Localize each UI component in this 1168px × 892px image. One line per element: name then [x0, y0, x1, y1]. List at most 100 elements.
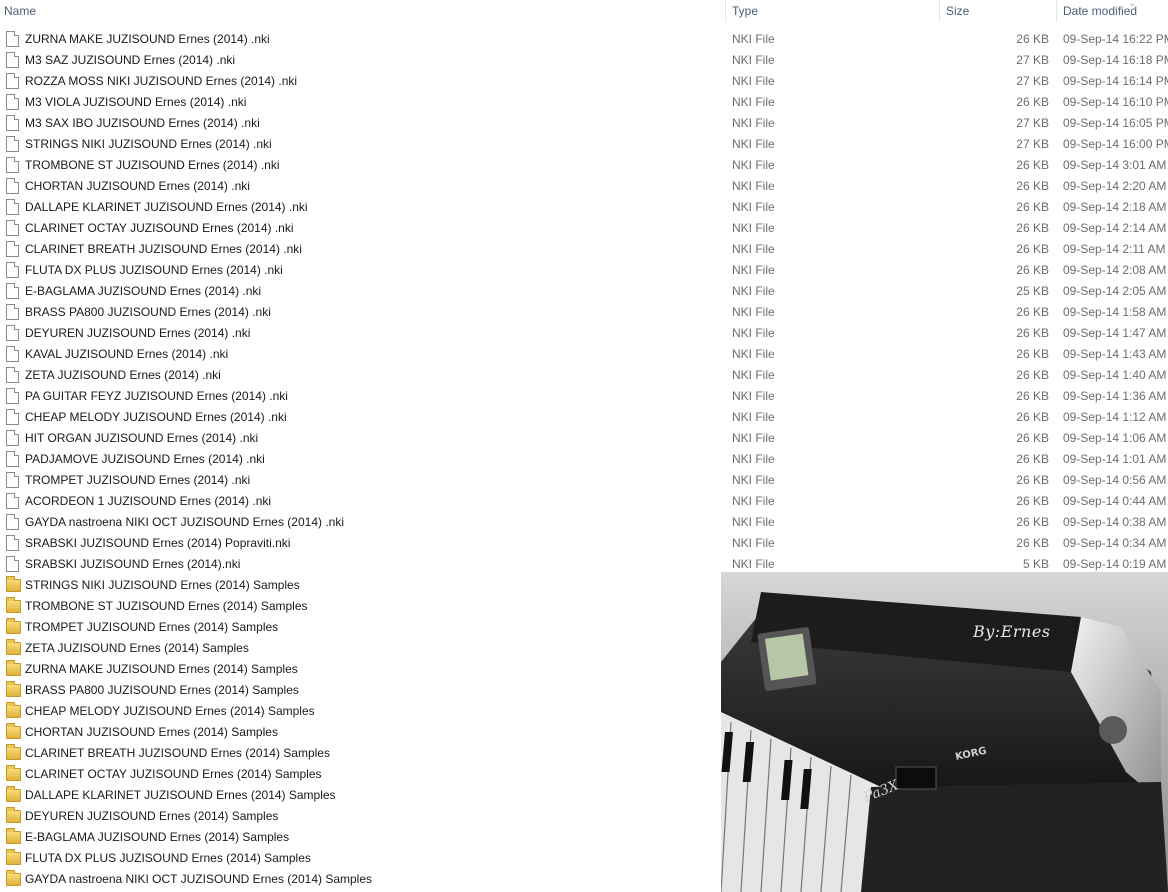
folder-icon: [6, 849, 21, 865]
nki-file-icon: [6, 451, 19, 467]
file-date-modified: 09-Sep-14 16:18 PM: [1063, 53, 1168, 67]
folder-icon: [6, 744, 21, 760]
file-size: 27 KB: [1016, 74, 1049, 88]
folder-name: CHORTAN JUZISOUND Ernes (2014) Samples: [25, 725, 278, 739]
file-type: NKI File: [732, 389, 775, 403]
file-row[interactable]: M3 SAZ JUZISOUND Ernes (2014) .nki NKI Fi…: [0, 50, 1168, 71]
folder-name: CHEAP MELODY JUZISOUND Ernes (2014) Samp…: [25, 704, 315, 718]
file-size: 26 KB: [1016, 515, 1049, 529]
file-name: BRASS PA800 JUZISOUND Ernes (2014) .nki: [25, 305, 271, 319]
file-name: SRABSKI JUZISOUND Ernes (2014) Popraviti…: [25, 536, 291, 550]
file-row[interactable]: FLUTA DX PLUS JUZISOUND Ernes (2014) .nk…: [0, 260, 1168, 281]
nki-file-icon: [6, 94, 19, 110]
column-header-type[interactable]: Type: [725, 0, 939, 22]
file-row[interactable]: TROMPET JUZISOUND Ernes (2014) .nki NKI F…: [0, 470, 1168, 491]
folder-icon: [6, 576, 21, 592]
file-size: 26 KB: [1016, 473, 1049, 487]
nki-file-icon: [6, 283, 19, 299]
folder-icon: [6, 807, 21, 823]
file-name: CHORTAN JUZISOUND Ernes (2014) .nki: [25, 179, 250, 193]
file-date-modified: 09-Sep-14 1:06 AM: [1063, 431, 1167, 445]
nki-file-icon: [6, 199, 19, 215]
file-row[interactable]: HIT ORGAN JUZISOUND Ernes (2014) .nki NKI…: [0, 428, 1168, 449]
file-date-modified: 09-Sep-14 2:20 AM: [1063, 179, 1167, 193]
folder-name: ZURNA MAKE JUZISOUND Ernes (2014) Sample…: [25, 662, 298, 676]
file-size: 26 KB: [1016, 263, 1049, 277]
file-row[interactable]: M3 VIOLA JUZISOUND Ernes (2014) .nki NKI …: [0, 92, 1168, 113]
file-row[interactable]: ZURNA MAKE JUZISOUND Ernes (2014) .nki NK…: [0, 29, 1168, 50]
folder-name: GAYDA nastroena NIKI OCT JUZISOUND Ernes…: [25, 872, 373, 886]
folder-icon: [6, 702, 21, 718]
nki-file-icon: [6, 514, 19, 530]
file-row[interactable]: CLARINET BREATH JUZISOUND Ernes (2014) .…: [0, 239, 1168, 260]
file-row[interactable]: ROZZA MOSS NIKI JUZISOUND Ernes (2014) .…: [0, 71, 1168, 92]
nki-file-icon: [6, 157, 19, 173]
nki-file-icon: [6, 52, 19, 68]
folder-icon: [6, 597, 21, 613]
folder-icon: [6, 618, 21, 634]
file-name: DALLAPE KLARINET JUZISOUND Ernes (2014) …: [25, 200, 308, 214]
file-size: 26 KB: [1016, 305, 1049, 319]
file-type: NKI File: [732, 452, 775, 466]
file-row[interactable]: CLARINET OCTAY JUZISOUND Ernes (2014) .n…: [0, 218, 1168, 239]
file-size: 26 KB: [1016, 179, 1049, 193]
file-size: 26 KB: [1016, 452, 1049, 466]
file-row[interactable]: GAYDA nastroena NIKI OCT JUZISOUND Ernes…: [0, 512, 1168, 533]
column-header-size[interactable]: Size: [939, 0, 1056, 22]
file-type: NKI File: [732, 95, 775, 109]
file-date-modified: 09-Sep-14 0:34 AM: [1063, 536, 1167, 550]
file-name: KAVAL JUZISOUND Ernes (2014) .nki: [25, 347, 229, 361]
file-row[interactable]: E-BAGLAMA JUZISOUND Ernes (2014) .nki NKI…: [0, 281, 1168, 302]
nki-file-icon: [6, 304, 19, 320]
column-header-date-modified[interactable]: Date modified: [1056, 0, 1168, 22]
column-header-name[interactable]: Name: [0, 0, 725, 22]
file-date-modified: 09-Sep-14 1:01 AM: [1063, 452, 1167, 466]
author-signature: By:Ernes: [973, 622, 1051, 641]
file-row[interactable]: ACORDEON 1 JUZISOUND Ernes (2014) .nki NK…: [0, 491, 1168, 512]
file-row[interactable]: BRASS PA800 JUZISOUND Ernes (2014) .nki N…: [0, 302, 1168, 323]
file-size: 26 KB: [1016, 431, 1049, 445]
file-row[interactable]: M3 SAX IBO JUZISOUND Ernes (2014) .nki NK…: [0, 113, 1168, 134]
file-row[interactable]: PA GUITAR FEYZ JUZISOUND Ernes (2014) .n…: [0, 386, 1168, 407]
file-name: ZURNA MAKE JUZISOUND Ernes (2014) .nki: [25, 32, 270, 46]
file-row[interactable]: DEYUREN JUZISOUND Ernes (2014) .nki NKI F…: [0, 323, 1168, 344]
file-row[interactable]: PADJAMOVE JUZISOUND Ernes (2014) .nki NKI…: [0, 449, 1168, 470]
file-row[interactable]: CHEAP MELODY JUZISOUND Ernes (2014) .nki…: [0, 407, 1168, 428]
folder-name: CLARINET BREATH JUZISOUND Ernes (2014) S…: [25, 746, 330, 760]
folder-name: STRINGS NIKI JUZISOUND Ernes (2014) Samp…: [25, 578, 300, 592]
file-date-modified: 09-Sep-14 1:40 AM: [1063, 368, 1167, 382]
file-size: 26 KB: [1016, 368, 1049, 382]
file-name: ROZZA MOSS NIKI JUZISOUND Ernes (2014) .…: [25, 74, 298, 88]
file-type: NKI File: [732, 326, 775, 340]
file-date-modified: 09-Sep-14 0:44 AM: [1063, 494, 1167, 508]
folder-name: TROMBONE ST JUZISOUND Ernes (2014) Sampl…: [25, 599, 308, 613]
file-size: 27 KB: [1016, 137, 1049, 151]
nki-file-icon: [6, 346, 19, 362]
korg-keyboard-image: KORG Pa3X: [721, 592, 1168, 892]
file-size: 26 KB: [1016, 242, 1049, 256]
file-row[interactable]: STRINGS NIKI JUZISOUND Ernes (2014) .nki…: [0, 134, 1168, 155]
file-size: 26 KB: [1016, 221, 1049, 235]
nki-file-icon: [6, 556, 19, 572]
file-row[interactable]: DALLAPE KLARINET JUZISOUND Ernes (2014) …: [0, 197, 1168, 218]
file-name: CLARINET BREATH JUZISOUND Ernes (2014) .…: [25, 242, 302, 256]
nki-file-icon: [6, 535, 19, 551]
file-size: 26 KB: [1016, 494, 1049, 508]
file-name: PADJAMOVE JUZISOUND Ernes (2014) .nki: [25, 452, 265, 466]
folder-icon: [6, 723, 21, 739]
file-type: NKI File: [732, 284, 775, 298]
file-name: TROMPET JUZISOUND Ernes (2014) .nki: [25, 473, 251, 487]
file-type: NKI File: [732, 221, 775, 235]
file-size: 27 KB: [1016, 53, 1049, 67]
file-row[interactable]: CHORTAN JUZISOUND Ernes (2014) .nki NKI F…: [0, 176, 1168, 197]
nki-file-icon: [6, 409, 19, 425]
file-row[interactable]: TROMBONE ST JUZISOUND Ernes (2014) .nki N…: [0, 155, 1168, 176]
file-size: 26 KB: [1016, 326, 1049, 340]
file-date-modified: 09-Sep-14 2:08 AM: [1063, 263, 1167, 277]
file-row[interactable]: ZETA JUZISOUND Ernes (2014) .nki NKI File…: [0, 365, 1168, 386]
file-row[interactable]: SRABSKI JUZISOUND Ernes (2014) Popraviti…: [0, 533, 1168, 554]
file-row[interactable]: KAVAL JUZISOUND Ernes (2014) .nki NKI Fil…: [0, 344, 1168, 365]
file-type: NKI File: [732, 536, 775, 550]
file-date-modified: 09-Sep-14 16:00 PM: [1063, 137, 1168, 151]
folder-name: E-BAGLAMA JUZISOUND Ernes (2014) Samples: [25, 830, 290, 844]
